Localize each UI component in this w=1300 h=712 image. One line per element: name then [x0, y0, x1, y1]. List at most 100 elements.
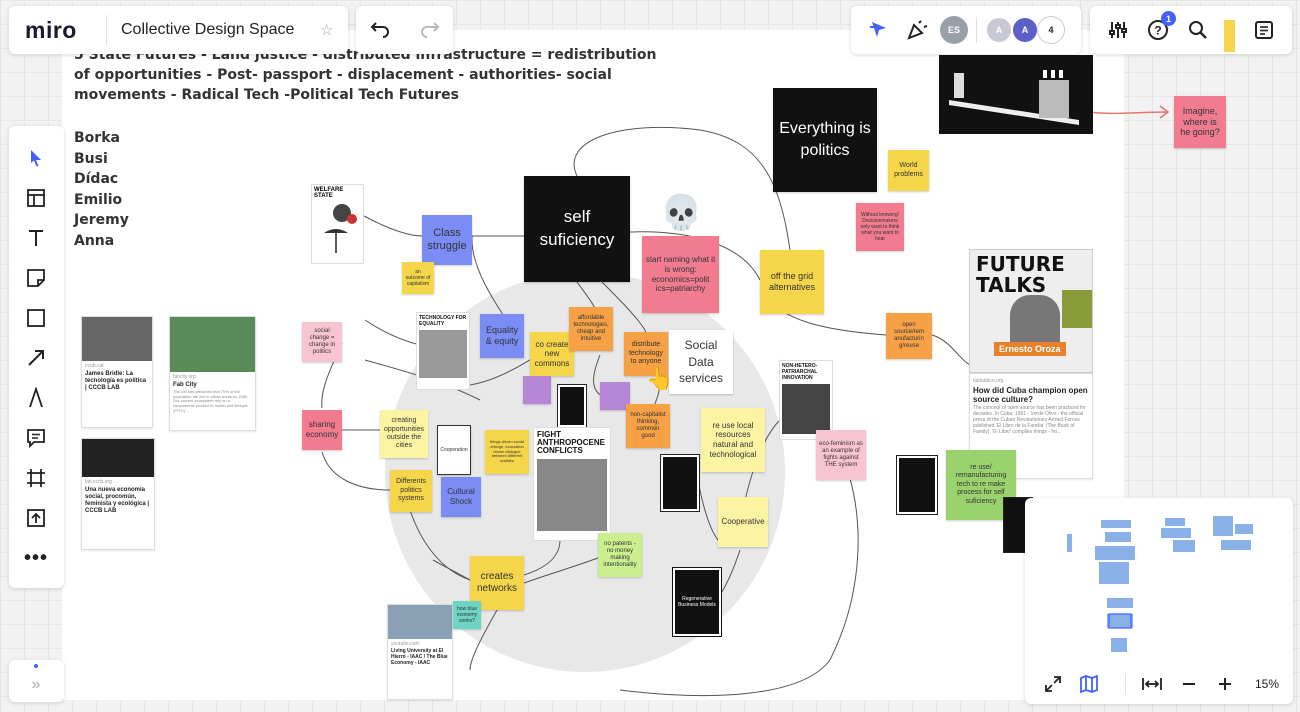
name-item: Borka — [74, 130, 120, 146]
link-card-living-university[interactable]: youtube.com Living University at El Hier… — [387, 604, 453, 700]
card-source: ccub.cat — [85, 363, 104, 369]
card-title: Fab City — [173, 382, 197, 388]
note-imagine[interactable]: Imagine, where is he going? — [1174, 96, 1226, 148]
note-non-capitalist[interactable]: non-capitalist thinking, common good — [626, 404, 670, 448]
note-open-source[interactable]: open source/rem anufacturin g/reuse — [886, 313, 932, 359]
note-off-grid[interactable]: off the grid alternatives — [760, 250, 824, 314]
link-card-james-bridle[interactable]: ccub.cat James Bridle: La tecnología es … — [81, 316, 153, 428]
note-eco-feminism[interactable]: eco-feminism as an example of fights aga… — [816, 430, 866, 480]
divider — [976, 17, 977, 43]
note-affordable-tech[interactable]: affordable technologies, cheap and intui… — [569, 307, 613, 351]
poster-regenerative[interactable]: Regenerative Business Models — [672, 567, 722, 637]
poster-name: Ernesto Oroza — [994, 342, 1066, 356]
notes-panel-icon[interactable] — [1250, 16, 1278, 44]
note-reuse-local[interactable]: re use local resources natural and techn… — [701, 408, 765, 472]
note-self-suficiency[interactable]: self suficiency — [524, 176, 630, 282]
note-outcome[interactable]: an outcome of capitalism — [402, 262, 434, 294]
note-co-create[interactable]: co create new commons — [530, 332, 574, 376]
select-tool-icon[interactable] — [16, 142, 56, 174]
poster-title: TECHNOLOGY FOR EQUALITY — [419, 315, 467, 327]
poster-tech-equality[interactable]: TECHNOLOGY FOR EQUALITY — [416, 312, 470, 390]
divider — [1125, 674, 1126, 694]
frame-tool-icon[interactable] — [16, 462, 56, 494]
settings-sliders-icon[interactable] — [1104, 16, 1132, 44]
minimap-panel: 15% — [1025, 498, 1293, 704]
note-how-blue[interactable]: how blue economy works? — [453, 601, 481, 629]
skull-icon: 💀 — [660, 194, 703, 232]
divider — [106, 15, 107, 45]
zoom-level[interactable]: 15% — [1255, 677, 1279, 691]
note-start-naming[interactable]: start naming what it is wrong: economics… — [642, 236, 719, 313]
poster-title: NON-HETERO-PATRIARCHAL INNOVATION — [782, 363, 818, 381]
celebrate-icon[interactable] — [903, 16, 931, 44]
poster-non-hetero[interactable]: NON-HETERO-PATRIARCHAL INNOVATION — [779, 360, 833, 440]
board-title[interactable]: Collective Design Space — [121, 21, 294, 39]
note-social-change[interactable]: social change = change in politics — [302, 322, 342, 362]
note-without-knowing[interactable]: Without knowing! Decisionmakers only wan… — [856, 203, 904, 251]
note-cultural-shock[interactable]: Cultural Shock — [441, 477, 481, 517]
upload-icon[interactable] — [16, 502, 56, 534]
templates-icon[interactable] — [16, 182, 56, 214]
name-item: Dídac — [74, 171, 119, 187]
minimap[interactable] — [1025, 498, 1293, 658]
dot-indicator — [34, 664, 38, 668]
note-no-patents[interactable]: no patents - no money making intentional… — [598, 533, 642, 577]
poster-small-2[interactable] — [896, 455, 938, 515]
note-purple-1[interactable] — [523, 376, 551, 404]
note-different-politics[interactable]: Differents politics systems — [390, 470, 432, 512]
map-icon[interactable] — [1077, 672, 1101, 696]
poster-welfare-state[interactable]: WELFARE STATE — [311, 184, 364, 264]
comment-icon[interactable] — [16, 422, 56, 454]
pen-tool-icon[interactable] — [16, 382, 56, 414]
poster-title: FIGHT ANTHROPOCENE CONFLICTS — [537, 430, 606, 455]
link-card-economia[interactable]: lab.cccb.org Una nueva economía social, … — [81, 438, 155, 550]
note-things-driven[interactable]: things driven social change, innovation … — [485, 430, 529, 474]
poster-small-1[interactable] — [557, 384, 587, 428]
expand-panel: » — [9, 660, 64, 702]
name-item: Emilio — [74, 191, 123, 208]
avatar-es[interactable]: ES — [940, 16, 968, 44]
zoom-out-icon[interactable] — [1177, 672, 1201, 696]
fullscreen-icon[interactable] — [1041, 672, 1065, 696]
more-tools-icon[interactable]: ••• — [16, 542, 56, 574]
connector-icon[interactable] — [16, 342, 56, 374]
poster-small-4[interactable] — [660, 454, 700, 512]
note-social-data[interactable]: Social Data services — [669, 330, 733, 394]
reactions-icon[interactable] — [865, 16, 893, 44]
text-tool-icon[interactable] — [16, 222, 56, 254]
sticky-note-icon[interactable] — [16, 262, 56, 294]
note-sharing-economy[interactable]: sharing economy — [302, 410, 342, 450]
card-source: fablabbcn.org — [973, 378, 1004, 384]
redo-icon[interactable] — [416, 16, 444, 44]
avatar-a1[interactable]: A — [985, 16, 1013, 44]
poster-title: Regenerative Business Models — [678, 596, 716, 608]
collaborator-count[interactable]: 4 — [1037, 16, 1065, 44]
note-cooperative[interactable]: Cooperative — [718, 497, 768, 547]
card-source: youtube.com — [391, 641, 420, 647]
expand-chevron-icon[interactable]: » — [23, 674, 49, 696]
card-title: Living University at El Hierro - IAAC / … — [391, 648, 448, 666]
undo-icon[interactable] — [366, 16, 394, 44]
poster-fight-anthropocene[interactable]: FIGHT ANTHROPOCENE CONFLICTS — [533, 427, 611, 541]
tools-bar: ? 1 — [1090, 6, 1292, 54]
board-header-text: 5 State Futures - Land justice - distrib… — [74, 47, 657, 103]
zoom-in-icon[interactable] — [1213, 672, 1237, 696]
avatar-a2[interactable]: A — [1011, 16, 1039, 44]
star-icon[interactable]: ☆ — [320, 21, 333, 39]
search-icon[interactable] — [1184, 16, 1212, 44]
image-seesaw-illustration[interactable] — [939, 55, 1093, 134]
note-class-struggle[interactable]: Class struggle — [422, 215, 472, 265]
name-item: Anna — [74, 232, 115, 249]
note-everything-politics[interactable]: Everything is politics — [773, 88, 877, 192]
poster-title: WELFARE STATE — [314, 187, 344, 199]
note-equality[interactable]: Equality & equity — [480, 314, 524, 358]
poster-future-talks[interactable]: FUTURE TALKS Ernesto Oroza — [969, 249, 1093, 373]
miro-logo[interactable]: miro — [25, 17, 77, 44]
fit-to-screen-icon[interactable] — [1140, 672, 1164, 696]
poster-cooperation[interactable]: Cooperation — [437, 425, 471, 475]
note-creating-opps[interactable]: creating opportunities outside the citie… — [380, 410, 428, 458]
note-world-problems[interactable]: World problems — [888, 150, 929, 191]
link-card-fab-city[interactable]: fabcity.org Fab City The UN has predicte… — [169, 316, 256, 431]
notification-badge: 1 — [1161, 11, 1176, 26]
shape-tool-icon[interactable] — [16, 302, 56, 334]
